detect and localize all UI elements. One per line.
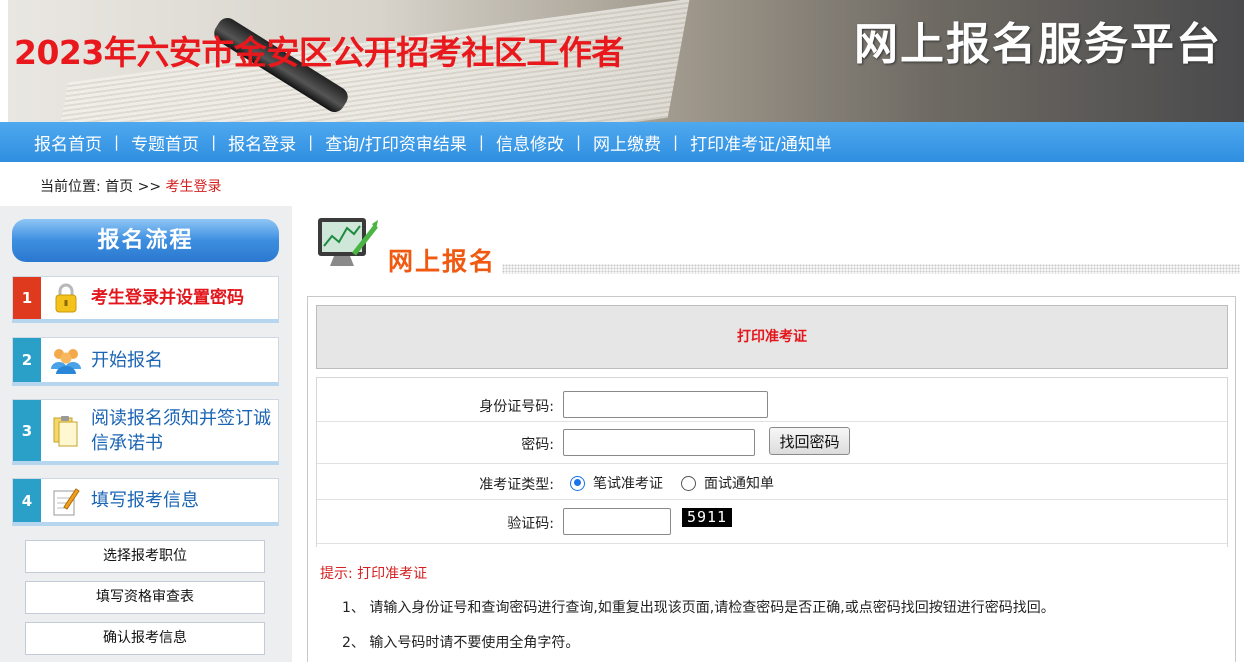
platform-title: 网上报名服务平台 xyxy=(854,19,1222,70)
id-number-label: 身份证号码: xyxy=(479,399,554,415)
id-number-input[interactable] xyxy=(563,391,768,418)
step-label: 填写报考信息 xyxy=(91,490,199,511)
step-number: 1 xyxy=(13,277,41,319)
captcha-label: 验证码: xyxy=(507,516,554,532)
event-title: 2023年六安市金安区公开招考社区工作者 xyxy=(14,33,624,72)
step-start-registration[interactable]: 2 开始报名 xyxy=(12,337,279,386)
breadcrumb-label: 当前位置: xyxy=(40,179,101,195)
lock-icon xyxy=(49,281,83,315)
ticket-type-label: 准考证类型: xyxy=(479,477,554,493)
tip-title: 提示: 打印准考证 xyxy=(320,566,428,582)
radio-written-ticket[interactable]: 笔试准考证 xyxy=(570,473,663,493)
radio-interview-notice[interactable]: 面试通知单 xyxy=(681,473,774,493)
nav-item-payment[interactable]: 网上缴费 xyxy=(593,130,661,155)
query-form: 身份证号码: 密码: 找回密码 准考证类型: 笔试准考证 面试通知单 验证码: … xyxy=(316,377,1228,547)
breadcrumb-home-link[interactable]: 首页 xyxy=(105,179,133,195)
section-header: 网上报名 xyxy=(310,212,1240,282)
tip-line: 1、 请输入身份证号和查询密码进行查询,如重复出现该页面,请检查密码是否正确,或… xyxy=(342,600,1055,616)
process-title: 报名流程 xyxy=(12,219,279,262)
edit-icon xyxy=(49,484,83,518)
section-title: 网上报名 xyxy=(388,247,497,276)
nav-separator: | xyxy=(211,133,217,151)
users-icon xyxy=(49,343,83,377)
nav-item-review-results[interactable]: 查询/打印资审结果 xyxy=(325,130,467,155)
radio-unselected-icon xyxy=(681,475,696,491)
step-number: 2 xyxy=(13,338,41,382)
print-ticket-panel: 打印准考证 身份证号码: 密码: 找回密码 准考证类型: 笔试准考证 面试通知单… xyxy=(307,296,1236,662)
nav-item-login[interactable]: 报名登录 xyxy=(228,130,296,155)
monitor-chart-icon xyxy=(314,214,380,276)
breadcrumb: 当前位置: 首页 >> 考生登录 xyxy=(40,176,222,196)
captcha-image[interactable]: 5911 xyxy=(682,508,732,527)
nav-item-topic-home[interactable]: 专题首页 xyxy=(131,130,199,155)
step-login-set-password[interactable]: 1 考生登录并设置密码 xyxy=(12,276,279,323)
header-banner: 2023年六安市金安区公开招考社区工作者 网上报名服务平台 xyxy=(0,0,1244,122)
find-password-button[interactable]: 找回密码 xyxy=(769,427,850,455)
nav-item-home[interactable]: 报名首页 xyxy=(34,130,102,155)
fill-qualification-form-button[interactable]: 填写资格审查表 xyxy=(25,581,265,614)
nav-separator: | xyxy=(673,133,679,151)
radio-label: 面试通知单 xyxy=(704,476,774,492)
radio-label: 笔试准考证 xyxy=(593,476,663,492)
step-number: 4 xyxy=(13,479,41,522)
captcha-input[interactable] xyxy=(563,508,671,535)
step-fill-application[interactable]: 4 填写报考信息 xyxy=(12,478,279,526)
tip-line: 2、 输入号码时请不要使用全角字符。 xyxy=(342,635,580,651)
nav-separator: | xyxy=(575,133,582,151)
top-nav: 报名首页 | 专题首页 | 报名登录 | 查询/打印资审结果 | 信息修改 | … xyxy=(0,122,1244,162)
form-row-password: 密码: 找回密码 xyxy=(317,422,1227,464)
dotted-divider xyxy=(502,264,1240,274)
sidebar: 报名流程 1 考生登录并设置密码 2 开始报名 3 阅读报名须知并签订诚信承诺书… xyxy=(0,206,292,662)
document-icon xyxy=(49,414,83,448)
password-input[interactable] xyxy=(563,429,755,456)
confirm-info-button[interactable]: 确认报考信息 xyxy=(25,622,265,655)
nav-item-print-ticket[interactable]: 打印准考证/通知单 xyxy=(690,130,832,155)
nav-item-edit-info[interactable]: 信息修改 xyxy=(496,130,564,155)
step-label: 阅读报名须知并签订诚信承诺书 xyxy=(91,407,271,454)
form-row-ticket-type: 准考证类型: 笔试准考证 面试通知单 xyxy=(317,464,1227,500)
radio-selected-icon xyxy=(570,475,585,491)
step-read-notice-sign[interactable]: 3 阅读报名须知并签订诚信承诺书 xyxy=(12,399,279,465)
step-number: 3 xyxy=(13,400,41,461)
form-row-id: 身份证号码: xyxy=(317,378,1227,422)
nav-separator: | xyxy=(114,133,120,151)
nav-separator: | xyxy=(308,133,314,151)
panel-title: 打印准考证 xyxy=(316,305,1228,369)
breadcrumb-current: 考生登录 xyxy=(165,179,222,195)
step-label: 考生登录并设置密码 xyxy=(91,287,244,308)
select-position-button[interactable]: 选择报考职位 xyxy=(25,540,265,573)
step-label: 开始报名 xyxy=(91,349,163,371)
breadcrumb-arrow: >> xyxy=(137,179,162,195)
password-label: 密码: xyxy=(521,437,554,453)
nav-separator: | xyxy=(478,133,484,151)
form-row-captcha: 验证码: 5911 xyxy=(317,500,1227,544)
